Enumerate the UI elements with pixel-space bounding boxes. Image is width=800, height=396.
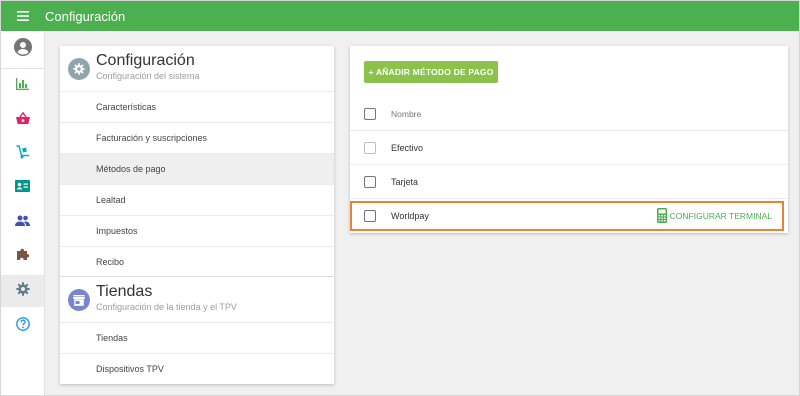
column-header-nombre: Nombre	[391, 108, 422, 119]
table-row[interactable]: Efectivo	[350, 131, 788, 165]
select-all-checkbox[interactable]	[364, 107, 376, 120]
people-icon	[15, 213, 30, 231]
stores-section-header: Tiendas Configuración de la tienda y el …	[60, 277, 334, 322]
hamburger-menu-icon[interactable]	[1, 1, 45, 31]
config-section-title: Configuración	[96, 52, 195, 69]
nav-reports[interactable]	[1, 70, 44, 102]
bar-chart-icon	[16, 77, 29, 95]
nav-inventory[interactable]	[1, 138, 44, 170]
top-app-bar: Configuración	[1, 1, 799, 31]
payment-method-name: Efectivo	[391, 142, 424, 153]
settings-panel: Configuración Configuración del sistema …	[60, 46, 334, 384]
row-checkbox[interactable]	[364, 175, 376, 188]
config-section-subtitle: Configuración del sistema	[96, 71, 200, 81]
nav-customers[interactable]	[1, 172, 44, 204]
stores-section-subtitle: Configuración de la tienda y el TPV	[96, 302, 237, 312]
settings-item-facturacion[interactable]: Facturación y suscripciones	[60, 122, 334, 153]
table-row[interactable]: Tarjeta	[350, 165, 788, 199]
app-window: Configuración Configuración Configuració…	[0, 0, 800, 396]
nav-addons[interactable]	[1, 240, 44, 272]
settings-item-recibo[interactable]: Recibo	[60, 246, 334, 277]
help-circle-icon	[15, 316, 30, 336]
nav-employees[interactable]	[1, 206, 44, 238]
config-section-header: Configuración Configuración del sistema	[60, 46, 334, 91]
settings-item-impuestos[interactable]: Impuestos	[60, 215, 334, 246]
gear-icon	[68, 58, 90, 80]
settings-item-lealtad[interactable]: Lealtad	[60, 184, 334, 215]
nav-sales[interactable]	[1, 104, 44, 136]
settings-item-dispositivos-tpv[interactable]: Dispositivos TPV	[60, 353, 334, 384]
nav-settings[interactable]	[1, 275, 44, 307]
nav-account[interactable]	[1, 33, 44, 65]
highlight-box	[350, 201, 784, 231]
add-payment-method-button[interactable]: + AÑADIR MÉTODO DE PAGO	[364, 61, 498, 83]
payment-method-name: Tarjeta	[391, 176, 419, 187]
settings-item-metodos-de-pago[interactable]: Métodos de pago	[60, 153, 334, 184]
basket-icon	[15, 111, 30, 129]
store-icon	[68, 289, 90, 311]
table-header-row: Nombre	[350, 97, 788, 131]
stores-section-title: Tiendas	[96, 283, 153, 300]
gear-icon	[15, 281, 30, 301]
row-checkbox[interactable]	[364, 141, 376, 154]
settings-item-caracteristicas[interactable]: Características	[60, 91, 334, 122]
id-card-icon	[15, 179, 30, 197]
settings-item-tiendas[interactable]: Tiendas	[60, 322, 334, 353]
account-circle-icon	[13, 37, 32, 61]
nav-help[interactable]	[1, 310, 44, 342]
rail-divider	[1, 68, 44, 69]
puzzle-icon	[16, 247, 30, 266]
hand-truck-icon	[16, 144, 30, 164]
nav-rail	[1, 31, 45, 395]
app-title: Configuración	[45, 8, 126, 24]
